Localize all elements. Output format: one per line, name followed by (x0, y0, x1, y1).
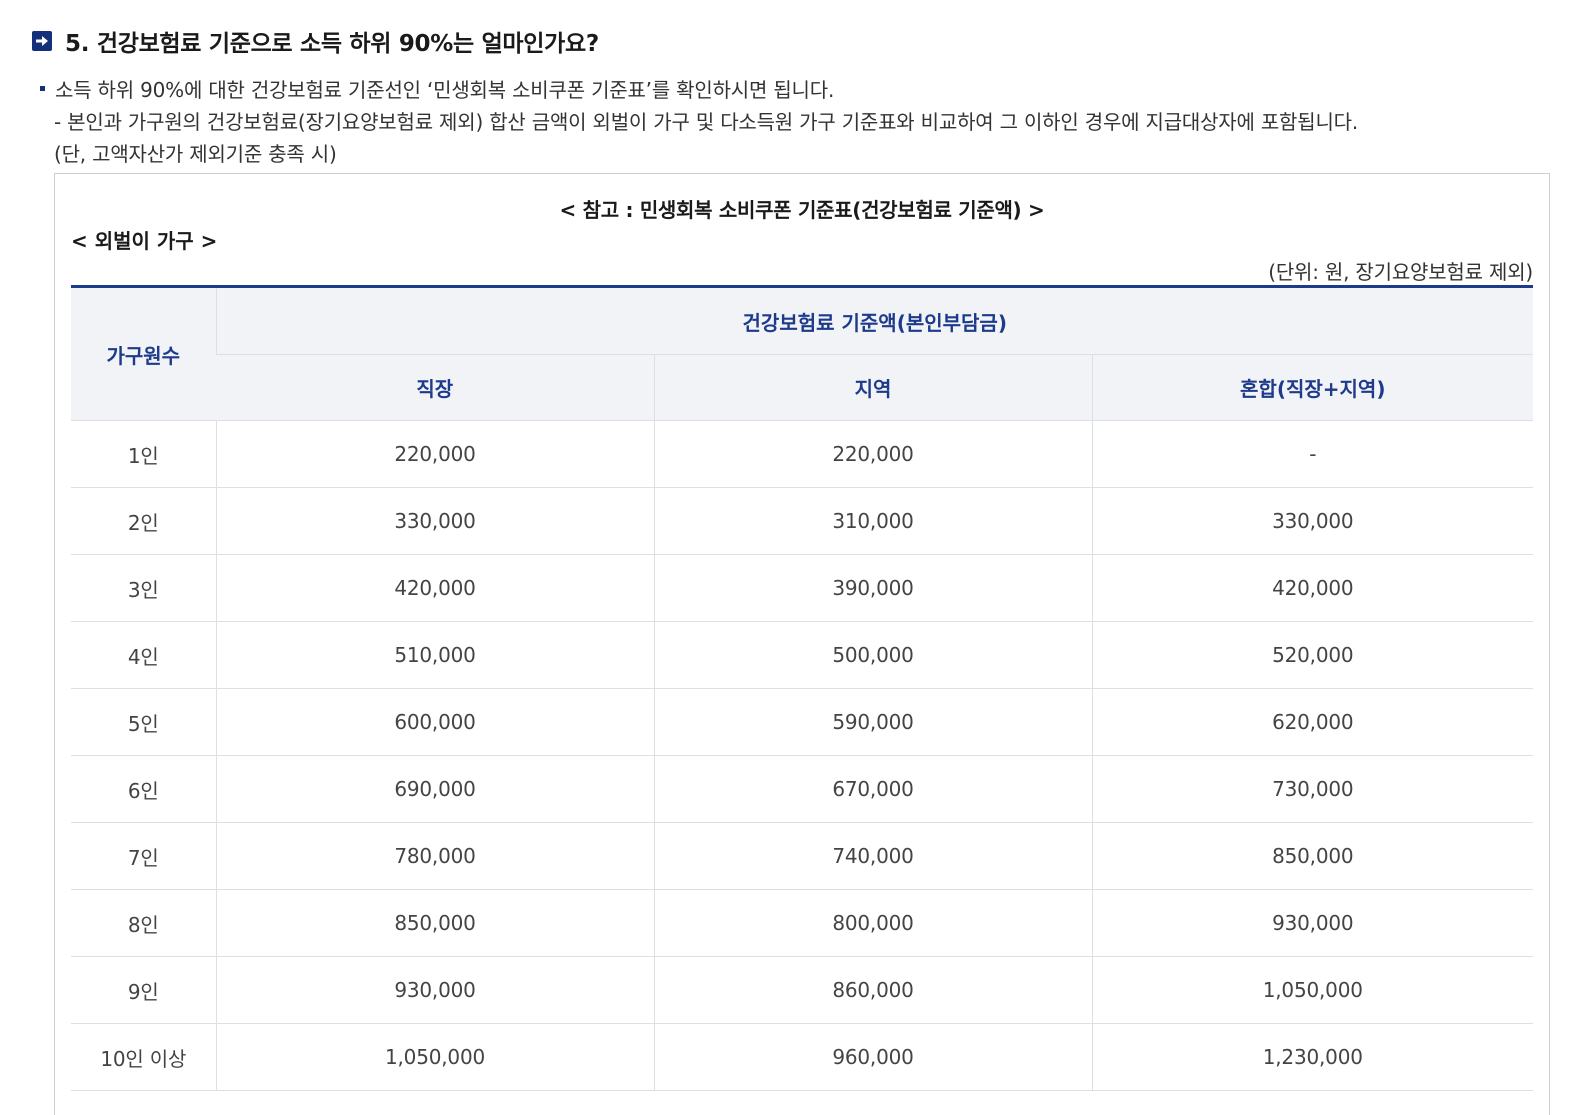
table-row: 7인 780,000 740,000 850,000 (71, 822, 1534, 890)
description: 소득 하위 90%에 대한 건강보험료 기준선인 ‘민생회복 소비쿠폰 기준표’… (40, 74, 1570, 170)
table-row: 3인 420,000 390,000 420,000 (71, 554, 1534, 622)
column-header-region: 지역 (653, 354, 1092, 421)
table-row: 5인 600,000 590,000 620,000 (71, 688, 1534, 756)
region-amount-cell: 310,000 (653, 487, 1092, 555)
work-amount-cell: 850,000 (215, 889, 654, 957)
region-amount-cell: 220,000 (653, 420, 1092, 488)
criteria-table: 가구원수 건강보험료 기준액(본인부담금) 직장 지역 혼합(직장+지역) 1인… (71, 285, 1534, 1091)
table-row: 6인 690,000 670,000 730,000 (71, 755, 1534, 823)
work-amount-cell: 510,000 (215, 621, 654, 689)
region-amount-cell: 800,000 (653, 889, 1092, 957)
table-row: 4인 510,000 500,000 520,000 (71, 621, 1534, 689)
column-header-group: 건강보험료 기준액(본인부담금) (215, 286, 1534, 355)
region-amount-cell: 860,000 (653, 956, 1092, 1024)
region-amount-cell: 670,000 (653, 755, 1092, 823)
region-amount-cell: 500,000 (653, 621, 1092, 689)
table-row: 8인 850,000 800,000 930,000 (71, 889, 1534, 957)
square-bullet-icon (40, 86, 45, 91)
mixed-amount-cell: 1,230,000 (1091, 1023, 1534, 1091)
table-row: 10인 이상 1,050,000 960,000 1,230,000 (71, 1023, 1534, 1091)
question-title: 5. 건강보험료 기준으로 소득 하위 90%는 얼마인가요? (65, 31, 599, 57)
household-size-cell: 7인 (71, 822, 216, 890)
column-header-work: 직장 (216, 354, 654, 421)
column-header-household: 가구원수 (71, 286, 216, 421)
household-size-cell: 1인 (71, 420, 216, 488)
work-amount-cell: 1,050,000 (215, 1023, 654, 1091)
reference-title: < 참고 : 민생회복 소비쿠폰 기준표(건강보험료 기준액) > (559, 198, 1045, 222)
region-amount-cell: 390,000 (653, 554, 1092, 622)
work-amount-cell: 600,000 (215, 688, 654, 756)
work-amount-cell: 690,000 (215, 755, 654, 823)
mixed-amount-cell: - (1091, 420, 1534, 488)
mixed-amount-cell: 420,000 (1091, 554, 1534, 622)
household-size-cell: 3인 (71, 554, 216, 622)
region-amount-cell: 740,000 (653, 822, 1092, 890)
work-amount-cell: 330,000 (215, 487, 654, 555)
arrow-right-icon (32, 31, 52, 51)
column-header-mixed: 혼합(직장+지역) (1091, 354, 1534, 421)
region-amount-cell: 960,000 (653, 1023, 1092, 1091)
mixed-amount-cell: 1,050,000 (1091, 956, 1534, 1024)
mixed-amount-cell: 620,000 (1091, 688, 1534, 756)
table-subtitle: < 외벌이 가구 > (71, 229, 218, 253)
mixed-amount-cell: 520,000 (1091, 621, 1534, 689)
household-size-cell: 4인 (71, 621, 216, 689)
mixed-amount-cell: 330,000 (1091, 487, 1534, 555)
mixed-amount-cell: 730,000 (1091, 755, 1534, 823)
page: 5. 건강보험료 기준으로 소득 하위 90%는 얼마인가요? 소득 하위 90… (0, 0, 1590, 1115)
table-row: 9인 930,000 860,000 1,050,000 (71, 956, 1534, 1024)
household-size-cell: 8인 (71, 889, 216, 957)
question-header: 5. 건강보험료 기준으로 소득 하위 90%는 얼마인가요? (32, 24, 599, 58)
region-amount-cell: 590,000 (653, 688, 1092, 756)
work-amount-cell: 420,000 (215, 554, 654, 622)
description-text: 소득 하위 90%에 대한 건강보험료 기준선인 ‘민생회복 소비쿠폰 기준표’… (55, 78, 835, 102)
household-size-cell: 6인 (71, 755, 216, 823)
table-row: 2인 330,000 310,000 330,000 (71, 487, 1534, 555)
household-size-cell: 5인 (71, 688, 216, 756)
table-row: 1인 220,000 220,000 - (71, 420, 1534, 488)
description-line: 소득 하위 90%에 대한 건강보험료 기준선인 ‘민생회복 소비쿠폰 기준표’… (40, 74, 1570, 106)
description-line: - 본인과 가구원의 건강보험료(장기요양보험료 제외) 합산 금액이 외벌이 … (54, 110, 1359, 134)
work-amount-cell: 220,000 (215, 420, 654, 488)
household-size-cell: 2인 (71, 487, 216, 555)
unit-note: (단위: 원, 장기요양보험료 제외) (1268, 260, 1533, 284)
mixed-amount-cell: 930,000 (1091, 889, 1534, 957)
household-size-cell: 10인 이상 (71, 1023, 216, 1091)
description-line: (단, 고액자산가 제외기준 충족 시) (54, 142, 337, 166)
reference-panel: < 참고 : 민생회복 소비쿠폰 기준표(건강보험료 기준액) > < 외벌이 … (54, 173, 1550, 1115)
work-amount-cell: 930,000 (215, 956, 654, 1024)
mixed-amount-cell: 850,000 (1091, 822, 1534, 890)
household-size-cell: 9인 (71, 956, 216, 1024)
work-amount-cell: 780,000 (215, 822, 654, 890)
